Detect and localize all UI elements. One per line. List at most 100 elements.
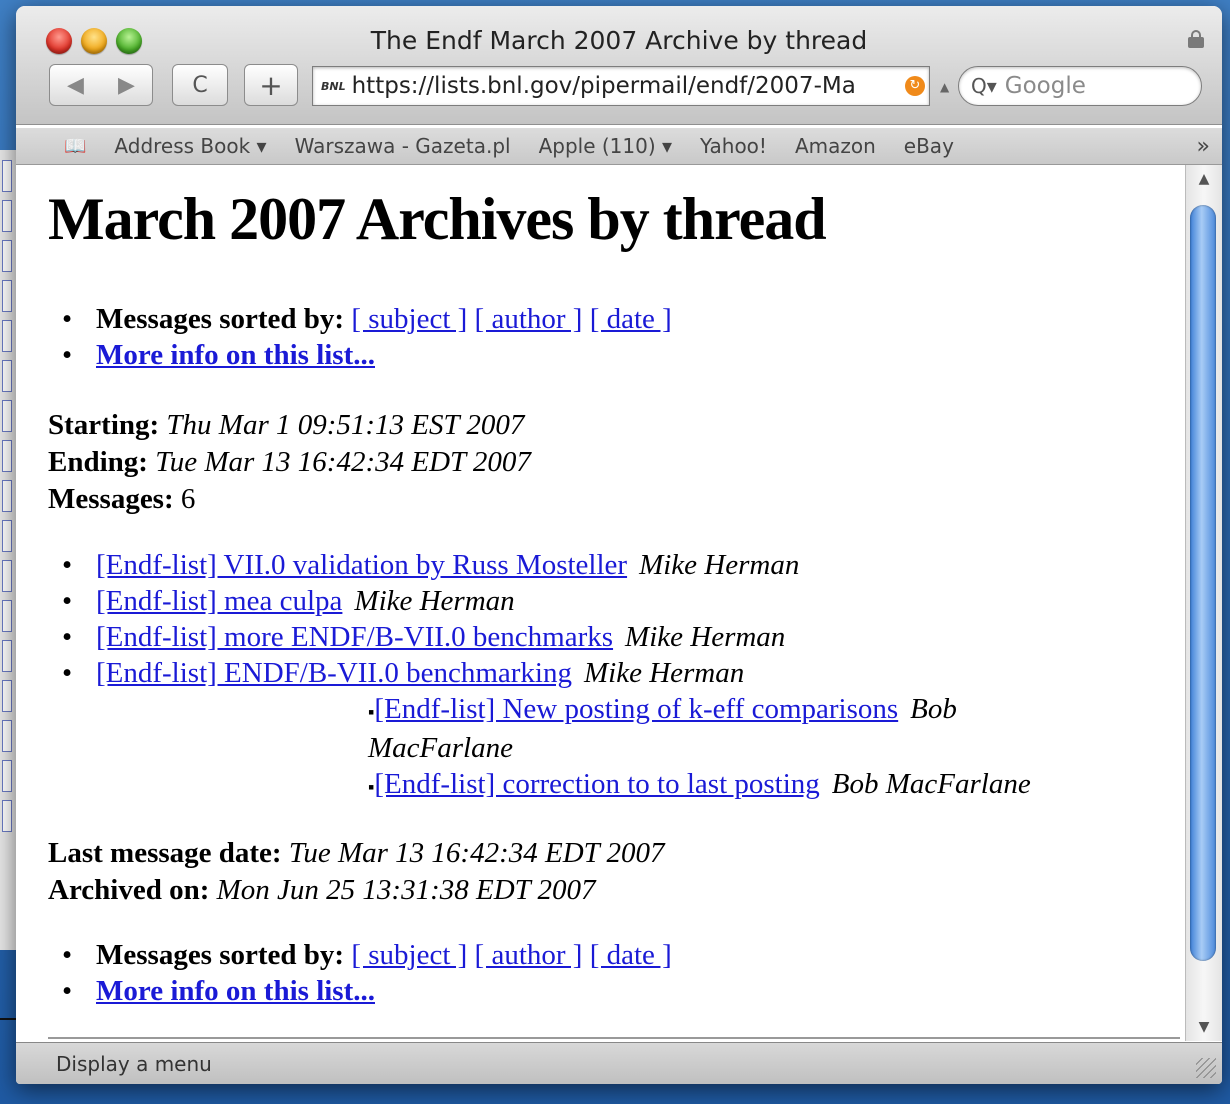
lock-icon bbox=[1188, 30, 1204, 48]
reply-list: [Endf-list] New posting of k-eff compari… bbox=[368, 691, 1031, 805]
search-icon[interactable]: Q▾ bbox=[971, 74, 997, 98]
sort-date-link[interactable]: [ date ] bbox=[590, 939, 672, 971]
background-cell bbox=[2, 160, 12, 192]
reply-item: [Endf-list] New posting of k-eff compari… bbox=[368, 691, 1031, 766]
more-info-link[interactable]: More info on this list... bbox=[96, 339, 375, 371]
reply-link[interactable]: [Endf-list] New posting of k-eff compari… bbox=[374, 693, 898, 725]
bookmark-ebay[interactable]: eBay bbox=[904, 134, 954, 158]
address-dropdown-icon[interactable]: ▲ bbox=[940, 80, 949, 94]
archive-footer-info: Last message date: Tue Mar 13 16:42:34 E… bbox=[48, 835, 665, 909]
add-bookmark-button[interactable]: + bbox=[244, 64, 298, 106]
thread-item: [Endf-list] ENDF/B-VII.0 benchmarking Mik… bbox=[16, 655, 799, 691]
background-cell bbox=[2, 400, 12, 432]
archive-info: Starting: Thu Mar 1 09:51:13 EST 2007 En… bbox=[48, 407, 531, 518]
search-field[interactable]: Q▾ Google bbox=[958, 66, 1202, 106]
window-title: The Endf March 2007 Archive by thread bbox=[370, 26, 868, 55]
more-bookmarks-icon[interactable]: » bbox=[1197, 134, 1210, 159]
thread-link[interactable]: [Endf-list] more ENDF/B-VII.0 benchmarks bbox=[96, 621, 613, 653]
sort-date-link[interactable]: [ date ] bbox=[590, 303, 672, 335]
thread-item: [Endf-list] VII.0 validation by Russ Mos… bbox=[16, 547, 799, 583]
ending-label: Ending: bbox=[48, 446, 148, 478]
sorted-label: Messages sorted by: bbox=[96, 303, 345, 335]
sorted-label: Messages sorted by: bbox=[96, 939, 345, 971]
book-icon[interactable]: 📖 bbox=[64, 136, 86, 157]
reply-item: [Endf-list] correction to to last postin… bbox=[368, 766, 1031, 805]
sort-author-link[interactable]: [ author ] bbox=[475, 303, 583, 335]
top-nav-list: Messages sorted by: [ subject ] [ author… bbox=[16, 301, 672, 373]
background-cell bbox=[2, 320, 12, 352]
status-text: Display a menu bbox=[56, 1051, 212, 1076]
bookmark-amazon[interactable]: Amazon bbox=[795, 134, 876, 158]
bottom-nav-list: Messages sorted by: [ subject ] [ author… bbox=[16, 937, 672, 1009]
scroll-down-icon[interactable]: ▼ bbox=[1186, 1019, 1222, 1035]
thread-list: [Endf-list] VII.0 validation by Russ Mos… bbox=[16, 547, 799, 691]
background-cell bbox=[2, 360, 12, 392]
background-cell bbox=[2, 640, 12, 672]
background-cell bbox=[2, 240, 12, 272]
forward-icon[interactable]: ▶ bbox=[118, 73, 135, 98]
list-item: More info on this list... bbox=[16, 337, 672, 373]
navigation-toolbar: ◀ ▶ C + BNL https://lists.bnl.gov/piperm… bbox=[16, 64, 1222, 110]
messages-label: Messages: bbox=[48, 483, 174, 515]
archived-label: Archived on: bbox=[48, 874, 210, 906]
thread-item: [Endf-list] more ENDF/B-VII.0 benchmarks… bbox=[16, 619, 799, 655]
thread-link[interactable]: [Endf-list] ENDF/B-VII.0 benchmarking bbox=[96, 657, 572, 689]
vertical-scrollbar[interactable]: ▲ ▼ bbox=[1185, 165, 1222, 1041]
bookmark-yahoo[interactable]: Yahoo! bbox=[700, 134, 767, 158]
bookmarks-bar: 📖 Address Book ▾ Warszawa - Gazeta.pl Ap… bbox=[16, 128, 1222, 165]
background-cell bbox=[2, 720, 12, 752]
sort-author-link[interactable]: [ author ] bbox=[475, 939, 583, 971]
ending-value: Tue Mar 13 16:42:34 EDT 2007 bbox=[155, 446, 531, 478]
reply-author: Bob bbox=[910, 693, 957, 725]
bookmark-apple[interactable]: Apple (110) ▾ bbox=[539, 134, 672, 158]
list-item: More info on this list... bbox=[16, 973, 672, 1009]
list-item: Messages sorted by: [ subject ] [ author… bbox=[16, 301, 672, 337]
archived-value: Mon Jun 25 13:31:38 EDT 2007 bbox=[216, 874, 596, 906]
background-cell bbox=[2, 520, 12, 552]
background-cell bbox=[2, 440, 12, 472]
page-content: March 2007 Archives by thread Messages s… bbox=[16, 165, 1186, 1041]
resize-grip-icon[interactable] bbox=[1196, 1058, 1216, 1078]
starting-label: Starting: bbox=[48, 409, 160, 441]
thread-author: Mike Herman bbox=[639, 549, 800, 581]
search-placeholder: Google bbox=[1004, 73, 1086, 99]
status-bar: Display a menu bbox=[16, 1042, 1222, 1084]
last-date-value: Tue Mar 13 16:42:34 EDT 2007 bbox=[288, 837, 665, 869]
background-cell bbox=[2, 600, 12, 632]
sort-subject-link[interactable]: [ subject ] bbox=[351, 939, 467, 971]
bookmark-address-book[interactable]: Address Book ▾ bbox=[114, 134, 266, 158]
back-icon[interactable]: ◀ bbox=[67, 73, 84, 98]
list-item: Messages sorted by: [ subject ] [ author… bbox=[16, 937, 672, 973]
scroll-thumb[interactable] bbox=[1190, 205, 1216, 961]
sort-subject-link[interactable]: [ subject ] bbox=[351, 303, 467, 335]
url-text: https://lists.bnl.gov/pipermail/endf/200… bbox=[351, 73, 856, 99]
title-bar: The Endf March 2007 Archive by thread ◀ … bbox=[16, 6, 1222, 125]
back-forward-buttons[interactable]: ◀ ▶ bbox=[49, 64, 153, 106]
background-cell bbox=[2, 280, 12, 312]
thread-author: Mike Herman bbox=[583, 657, 745, 689]
address-bar[interactable]: BNL https://lists.bnl.gov/pipermail/endf… bbox=[312, 66, 930, 106]
background-cell bbox=[2, 680, 12, 712]
browser-window: The Endf March 2007 Archive by thread ◀ … bbox=[16, 6, 1222, 1084]
starting-value: Thu Mar 1 09:51:13 EST 2007 bbox=[166, 409, 525, 441]
bookmark-gazeta[interactable]: Warszawa - Gazeta.pl bbox=[295, 134, 511, 158]
reload-button[interactable]: C bbox=[172, 64, 228, 106]
background-cell bbox=[2, 480, 12, 512]
page-heading: March 2007 Archives by thread bbox=[48, 186, 827, 252]
thread-author: Mike Herman bbox=[625, 621, 786, 653]
reply-link[interactable]: [Endf-list] correction to to last postin… bbox=[374, 768, 819, 800]
divider bbox=[48, 1037, 1180, 1039]
scroll-up-icon[interactable]: ▲ bbox=[1186, 171, 1222, 187]
thread-item: [Endf-list] mea culpa Mike Herman bbox=[16, 583, 799, 619]
background-cell bbox=[2, 760, 12, 792]
snapback-icon[interactable]: ↻ bbox=[905, 76, 925, 96]
background-cell bbox=[2, 800, 12, 832]
thread-link[interactable]: [Endf-list] mea culpa bbox=[96, 585, 342, 617]
background-cell bbox=[2, 560, 12, 592]
more-info-link[interactable]: More info on this list... bbox=[96, 975, 375, 1007]
messages-count: 6 bbox=[180, 483, 196, 515]
reply-author: Bob MacFarlane bbox=[831, 768, 1031, 800]
reload-icon: C bbox=[192, 72, 208, 98]
site-favicon: BNL bbox=[321, 79, 346, 93]
thread-link[interactable]: [Endf-list] VII.0 validation by Russ Mos… bbox=[96, 549, 627, 581]
